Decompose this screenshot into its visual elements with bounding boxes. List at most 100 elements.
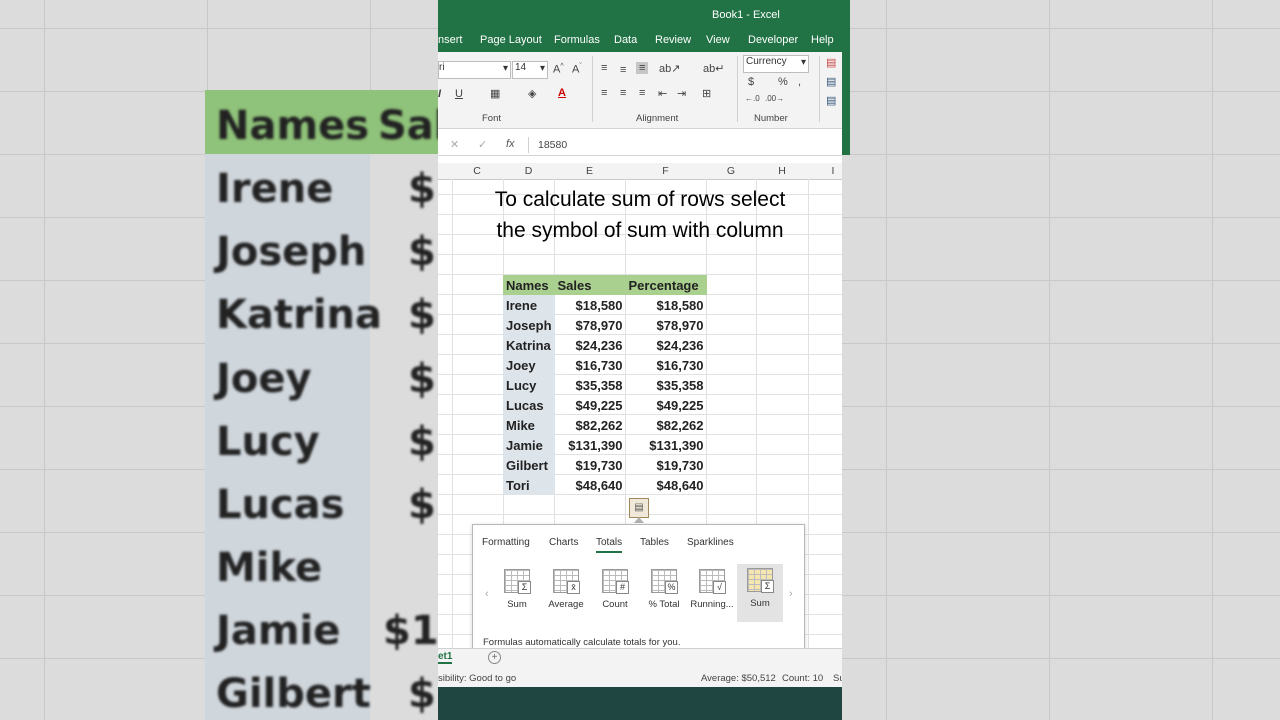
cell-sales[interactable]: $19,730 bbox=[555, 455, 626, 475]
cell-name[interactable]: Joseph bbox=[503, 315, 555, 335]
header-sales[interactable]: Sales bbox=[554, 275, 626, 295]
cell-styles-icon[interactable]: ▤ bbox=[826, 94, 836, 107]
cell-percentage[interactable]: $24,236 bbox=[626, 335, 707, 355]
column-header-c[interactable]: C bbox=[452, 165, 502, 177]
increase-indent-icon[interactable]: ⇥ bbox=[677, 87, 686, 100]
tab-charts[interactable]: Charts bbox=[549, 537, 578, 548]
comma-icon[interactable]: , bbox=[798, 76, 801, 88]
cancel-icon[interactable]: ✕ bbox=[450, 138, 459, 151]
totals-average-button[interactable]: x̄ Average bbox=[543, 565, 589, 623]
format-as-table-icon[interactable]: ▤ bbox=[826, 75, 836, 88]
cell-name[interactable]: Katrina bbox=[503, 335, 555, 355]
font-color-icon[interactable]: A bbox=[558, 87, 566, 99]
tab-page-layout[interactable]: Page Layout bbox=[480, 34, 542, 46]
add-sheet-icon[interactable]: + bbox=[488, 651, 501, 664]
cell-percentage[interactable]: $49,225 bbox=[626, 395, 707, 415]
conditional-formatting-icon[interactable]: ▤ bbox=[826, 56, 836, 69]
scroll-right-icon[interactable]: › bbox=[789, 588, 793, 600]
borders-icon[interactable]: ▦ bbox=[490, 87, 500, 100]
column-header-g[interactable]: G bbox=[706, 165, 756, 177]
header-names[interactable]: Names bbox=[503, 275, 555, 295]
percent-icon[interactable]: % bbox=[778, 76, 788, 88]
cell-sales[interactable]: $131,390 bbox=[555, 435, 626, 455]
tab-totals[interactable]: Totals bbox=[596, 537, 623, 553]
tab-tables[interactable]: Tables bbox=[640, 537, 669, 548]
align-middle-icon[interactable]: ≡ bbox=[620, 64, 626, 76]
quick-analysis-button[interactable]: ▤ bbox=[629, 498, 649, 518]
tab-insert[interactable]: nsert bbox=[438, 34, 462, 46]
totals-running-total-button[interactable]: √ Running... bbox=[689, 565, 735, 623]
increase-decimal-icon[interactable]: ←.0 bbox=[745, 94, 760, 103]
cell-name[interactable]: Irene bbox=[503, 295, 555, 315]
enter-icon[interactable]: ✓ bbox=[478, 138, 487, 151]
totals-sum-button[interactable]: Σ Sum bbox=[494, 565, 540, 623]
cell-sales[interactable]: $78,970 bbox=[555, 315, 626, 335]
cell-sales[interactable]: $16,730 bbox=[555, 355, 626, 375]
underline-icon[interactable]: U bbox=[455, 88, 463, 100]
insert-function-icon[interactable]: fx bbox=[506, 138, 515, 150]
cell-percentage[interactable]: $78,970 bbox=[626, 315, 707, 335]
column-header-d[interactable]: D bbox=[503, 165, 554, 177]
cell-name[interactable]: Jamie bbox=[503, 435, 555, 455]
column-header-e[interactable]: E bbox=[554, 165, 625, 177]
font-size-box[interactable]: 14 ▾ bbox=[512, 61, 548, 79]
cell-sales[interactable]: $18,580 bbox=[555, 295, 626, 315]
cell-percentage[interactable]: $19,730 bbox=[626, 455, 707, 475]
cell-name[interactable]: Gilbert bbox=[503, 455, 555, 475]
column-header-f[interactable]: F bbox=[625, 165, 706, 177]
tab-help[interactable]: Help bbox=[811, 34, 834, 46]
fill-color-icon[interactable]: ◈ bbox=[528, 87, 536, 100]
decrease-font-icon[interactable]: Aˇ bbox=[572, 63, 582, 76]
cell-name[interactable]: Mike bbox=[503, 415, 555, 435]
formula-input[interactable]: 18580 bbox=[538, 139, 567, 151]
tab-formulas[interactable]: Formulas bbox=[554, 34, 600, 46]
decrease-decimal-icon[interactable]: .00→ bbox=[765, 94, 784, 103]
tab-sparklines[interactable]: Sparklines bbox=[687, 537, 734, 548]
totals-percent-total-button[interactable]: % % Total bbox=[641, 565, 687, 623]
tab-view[interactable]: View bbox=[706, 34, 730, 46]
currency-icon[interactable]: $ bbox=[748, 76, 754, 88]
increase-font-icon[interactable]: A^ bbox=[553, 63, 564, 76]
tab-data[interactable]: Data bbox=[614, 34, 637, 46]
cell-percentage[interactable]: $48,640 bbox=[626, 475, 707, 495]
align-center-icon[interactable]: ≡ bbox=[620, 87, 626, 99]
italic-icon[interactable]: I bbox=[438, 88, 441, 100]
accessibility-status[interactable]: sibility: Good to go bbox=[438, 673, 516, 684]
quick-analysis-icon: ▤ bbox=[634, 502, 644, 513]
cell-name[interactable]: Lucas bbox=[503, 395, 555, 415]
scroll-left-icon[interactable]: ‹ bbox=[485, 588, 489, 600]
number-format-box[interactable]: Currency ▾ bbox=[743, 55, 809, 73]
cell-name[interactable]: Tori bbox=[503, 475, 555, 495]
column-header-h[interactable]: H bbox=[756, 165, 808, 177]
decrease-indent-icon[interactable]: ⇤ bbox=[658, 87, 667, 100]
orientation-icon[interactable]: ab↗ bbox=[659, 62, 680, 75]
tab-formatting[interactable]: Formatting bbox=[482, 537, 530, 548]
wrap-text-icon[interactable]: ab↵ bbox=[703, 62, 724, 75]
align-left-icon[interactable]: ≡ bbox=[601, 87, 607, 99]
font-name-box[interactable]: ri ▾ bbox=[438, 61, 511, 79]
align-top-icon[interactable]: ≡ bbox=[601, 62, 607, 74]
tab-review[interactable]: Review bbox=[655, 34, 691, 46]
cell-percentage[interactable]: $18,580 bbox=[626, 295, 707, 315]
cell-name[interactable]: Joey bbox=[503, 355, 555, 375]
cell-percentage[interactable]: $131,390 bbox=[626, 435, 707, 455]
cell-sales[interactable]: $48,640 bbox=[555, 475, 626, 495]
cell-sales[interactable]: $35,358 bbox=[555, 375, 626, 395]
cell-sales[interactable]: $82,262 bbox=[555, 415, 626, 435]
sheet-tab-active[interactable]: et1 bbox=[438, 651, 453, 664]
align-right-icon[interactable]: ≡ bbox=[639, 87, 645, 99]
cell-percentage[interactable]: $35,358 bbox=[626, 375, 707, 395]
cell-sales[interactable]: $49,225 bbox=[555, 395, 626, 415]
cell-sales[interactable]: $24,236 bbox=[555, 335, 626, 355]
header-percentage[interactable]: Percentage bbox=[625, 275, 707, 295]
column-header-i[interactable]: I bbox=[818, 165, 842, 177]
cell-percentage[interactable]: $16,730 bbox=[626, 355, 707, 375]
cell-name[interactable]: Lucy bbox=[503, 375, 555, 395]
grid-line bbox=[808, 179, 809, 649]
align-bottom-icon[interactable]: ≡ bbox=[636, 62, 649, 74]
totals-sum-column-button[interactable]: Σ Sum bbox=[737, 564, 783, 622]
merge-center-icon[interactable]: ⊞ bbox=[702, 87, 711, 100]
totals-count-button[interactable]: # Count bbox=[592, 565, 638, 623]
cell-percentage[interactable]: $82,262 bbox=[626, 415, 707, 435]
tab-developer[interactable]: Developer bbox=[748, 34, 798, 46]
